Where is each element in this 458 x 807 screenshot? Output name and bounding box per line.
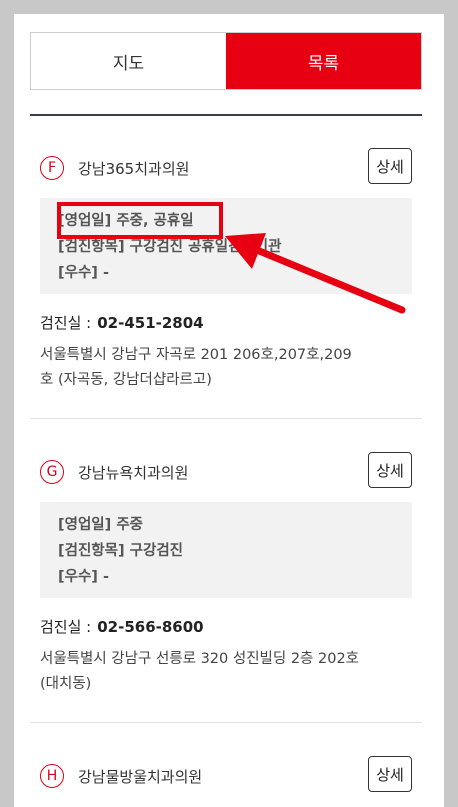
card-separator bbox=[30, 722, 422, 723]
view-tabs: 지도 목록 bbox=[30, 32, 422, 90]
business-days: [영업일] 주중 bbox=[58, 517, 144, 533]
address-line: 서울특별시 강남구 선릉로 320 성진빌딩 2층 202호 bbox=[40, 651, 360, 667]
excellence-grade: [우수] - bbox=[58, 569, 109, 585]
clinic-address: 서울특별시 강남구 선릉로 320 성진빌딩 2층 202호 (대치동) bbox=[40, 647, 412, 697]
tab-map[interactable]: 지도 bbox=[31, 33, 226, 89]
clinic-card: H 강남물방울치과의원 상세 bbox=[30, 756, 422, 796]
clinic-header: G 강남뉴욕치과의원 상세 bbox=[30, 452, 422, 492]
tab-list[interactable]: 목록 bbox=[226, 33, 421, 89]
phone-row: 검진실 : 02-566-8600 bbox=[40, 616, 412, 637]
screen: 지도 목록 F 강남365치과의원 상세 [영업일] 주중, 공휴일 [검진항목… bbox=[14, 14, 444, 807]
clinic-card: G 강남뉴욕치과의원 상세 [영업일] 주중 [검진항목] 구강검진 [우수] … bbox=[30, 452, 422, 697]
clinic-header: F 강남365치과의원 상세 bbox=[30, 148, 422, 188]
address-line: 서울특별시 강남구 자곡로 201 206호,207호,209 bbox=[40, 347, 352, 363]
detail-button[interactable]: 상세 bbox=[368, 148, 412, 184]
clinic-address: 서울특별시 강남구 자곡로 201 206호,207호,209 호 (자곡동, … bbox=[40, 343, 412, 393]
clinic-card: F 강남365치과의원 상세 [영업일] 주중, 공휴일 [검진항목] 구강검진… bbox=[30, 148, 422, 393]
clinic-info-box: [영업일] 주중 [검진항목] 구강검진 [우수] - bbox=[40, 502, 412, 598]
clinic-badge: F bbox=[40, 156, 64, 180]
card-separator bbox=[30, 418, 422, 419]
address-line: 호 (자곡동, 강남더샵라르고) bbox=[40, 372, 212, 388]
clinic-name[interactable]: 강남365치과의원 bbox=[78, 158, 189, 179]
phone-number[interactable]: 02-451-2804 bbox=[97, 314, 203, 332]
phone-label: 검진실 : bbox=[40, 618, 92, 636]
checkup-items: [검진항목] 구강검진 bbox=[58, 543, 184, 559]
phone-number[interactable]: 02-566-8600 bbox=[97, 618, 203, 636]
clinic-badge: G bbox=[40, 460, 64, 484]
clinic-header: H 강남물방울치과의원 상세 bbox=[30, 756, 422, 796]
clinic-name[interactable]: 강남물방울치과의원 bbox=[78, 766, 202, 787]
phone-row: 검진실 : 02-451-2804 bbox=[40, 312, 412, 333]
detail-button[interactable]: 상세 bbox=[368, 452, 412, 488]
excellence-grade: [우수] - bbox=[58, 265, 109, 281]
address-line: (대치동) bbox=[40, 676, 92, 692]
phone-label: 검진실 : bbox=[40, 314, 92, 332]
clinic-badge: H bbox=[40, 764, 64, 788]
detail-button[interactable]: 상세 bbox=[368, 756, 412, 792]
clinic-name[interactable]: 강남뉴욕치과의원 bbox=[78, 462, 188, 483]
highlight-box bbox=[57, 202, 223, 239]
tabs-divider bbox=[30, 114, 422, 116]
